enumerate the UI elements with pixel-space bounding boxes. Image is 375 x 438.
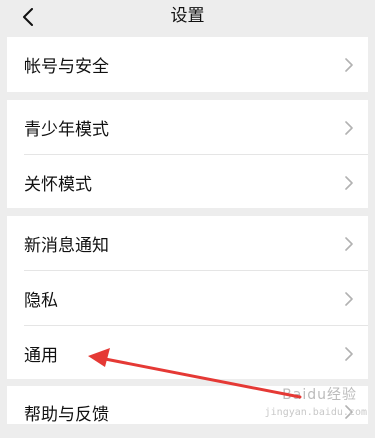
settings-item-label: 新消息通知 — [24, 236, 109, 256]
settings-item-label: 帐号与安全 — [24, 57, 109, 77]
settings-group-modes: 青少年模式 关怀模式 — [7, 100, 368, 208]
chevron-right-icon — [344, 346, 354, 362]
settings-item-general[interactable]: 通用 — [7, 326, 368, 381]
watermark-subtext: jingyan.baidu.com — [264, 407, 367, 418]
settings-item-account-security[interactable]: 帐号与安全 — [7, 37, 368, 92]
watermark-text: Baidu经验 — [282, 387, 357, 403]
settings-group-account: 帐号与安全 — [7, 37, 368, 92]
settings-item-label: 关怀模式 — [24, 175, 92, 195]
chevron-right-icon — [344, 120, 354, 136]
settings-item-label: 通用 — [24, 346, 58, 366]
chevron-right-icon — [344, 236, 354, 252]
settings-item-label: 隐私 — [24, 291, 58, 311]
settings-item-teen-mode[interactable]: 青少年模式 — [7, 100, 368, 155]
chevron-right-icon — [344, 291, 354, 307]
settings-group-general: 新消息通知 隐私 通用 — [7, 216, 368, 379]
chevron-right-icon — [344, 175, 354, 191]
page-title: 设置 — [170, 6, 205, 26]
settings-item-care-mode[interactable]: 关怀模式 — [7, 155, 368, 210]
chevron-right-icon — [344, 57, 354, 73]
settings-item-label: 青少年模式 — [24, 120, 109, 140]
settings-item-privacy[interactable]: 隐私 — [7, 271, 368, 326]
top-nav-bar: 设置 — [0, 0, 375, 37]
settings-item-label: 帮助与反馈 — [24, 404, 109, 425]
settings-item-notifications[interactable]: 新消息通知 — [7, 216, 368, 271]
